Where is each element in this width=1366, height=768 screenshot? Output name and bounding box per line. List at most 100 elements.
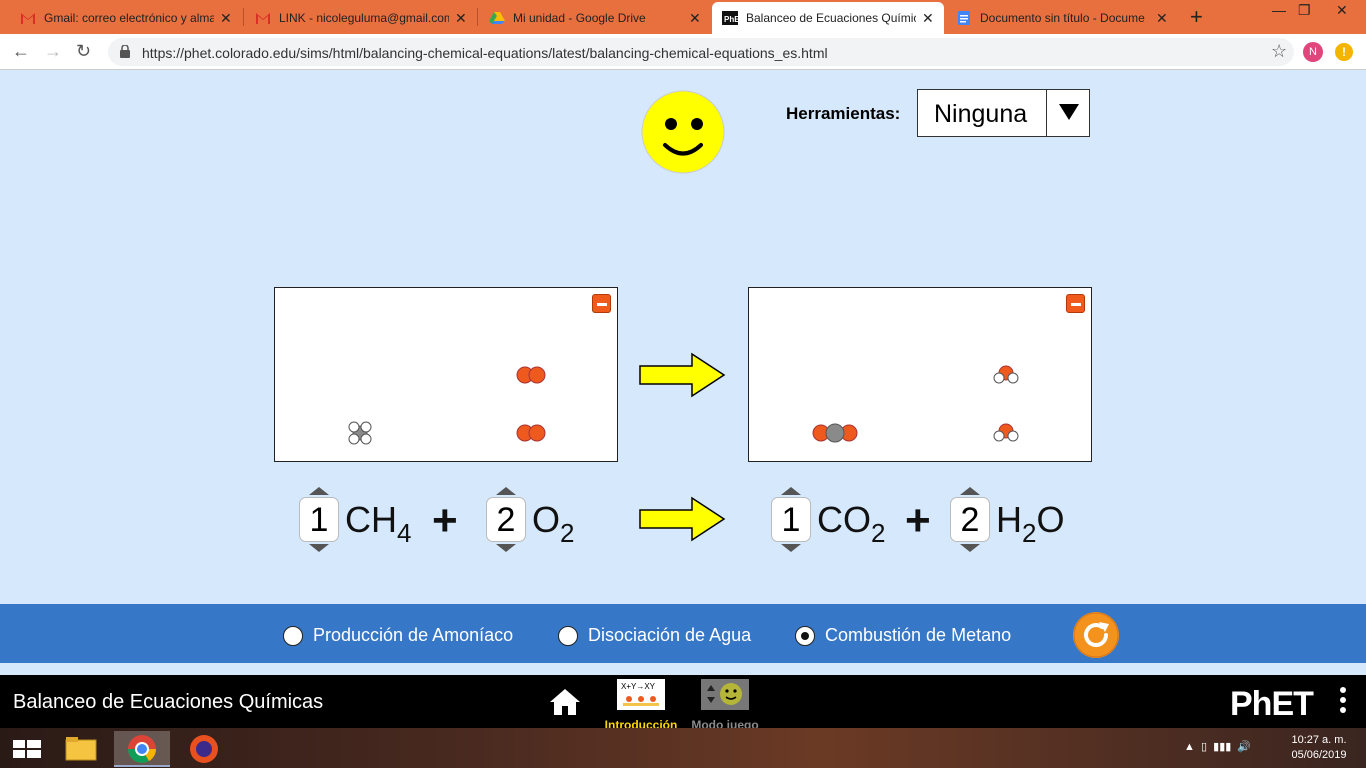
- tab-docs[interactable]: Documento sin título - Docume ✕: [946, 2, 1178, 34]
- system-tray[interactable]: ▲ ▯ ▮▮▮ 🔊: [1184, 740, 1251, 753]
- product-co2-term: 1 CO2: [771, 487, 901, 552]
- window-close-button[interactable]: ✕: [1336, 2, 1348, 19]
- plus-sign: +: [905, 496, 931, 545]
- h2o-molecule[interactable]: [990, 364, 1022, 386]
- radio-water[interactable]: Disociación de Agua: [558, 625, 751, 646]
- tab-drive[interactable]: Mi unidad - Google Drive ✕: [479, 2, 711, 34]
- close-icon[interactable]: ✕: [922, 10, 934, 27]
- radio-button[interactable]: [283, 625, 303, 646]
- reactants-box: [274, 287, 618, 462]
- tab-title: Balanceo de Ecuaciones Químic: [746, 11, 916, 25]
- co2-coefficient[interactable]: 1: [771, 497, 811, 542]
- reactant-o2-term: 2 O2: [486, 487, 586, 552]
- bookmark-star-icon[interactable]: ☆: [1271, 41, 1287, 62]
- collapse-reactants-button[interactable]: [592, 294, 611, 313]
- back-arrow-icon[interactable]: ←: [12, 41, 30, 62]
- address-bar: ← → ↻ https://phet.colorado.edu/sims/htm…: [0, 34, 1366, 70]
- radio-button[interactable]: [558, 625, 578, 646]
- windows-taskbar: ▲ ▯ ▮▮▮ 🔊 10:27 a. m. 05/06/2019: [0, 728, 1366, 768]
- clock-time: 10:27 a. m.: [1291, 734, 1347, 746]
- gmail-icon: [20, 11, 36, 25]
- phet-menu-icon[interactable]: [1338, 687, 1348, 719]
- radio-label: Disociación de Agua: [588, 625, 752, 645]
- minimize-button[interactable]: —: [1272, 2, 1286, 18]
- browser-tab-strip: Gmail: correo electrónico y alma ✕ LINK …: [0, 0, 1366, 34]
- restore-button[interactable]: ❐: [1298, 2, 1311, 19]
- radio-methane[interactable]: Combustión de Metano: [795, 625, 1011, 646]
- decrease-arrow-icon[interactable]: [960, 544, 980, 552]
- browser-menu-alert-icon[interactable]: !: [1335, 43, 1353, 61]
- home-icon[interactable]: [548, 687, 582, 717]
- ch4-molecule[interactable]: [347, 420, 373, 446]
- radio-button-selected[interactable]: [795, 625, 815, 646]
- forward-arrow-icon[interactable]: →: [44, 41, 62, 62]
- clock-date: 05/06/2019: [1291, 749, 1347, 761]
- tab-title: Mi unidad - Google Drive: [513, 11, 646, 25]
- increase-arrow-icon[interactable]: [496, 487, 516, 495]
- decrease-arrow-icon[interactable]: [496, 544, 516, 552]
- tab-title: LINK - nicoleguluma@gmail.com: [279, 11, 449, 25]
- firefox-icon[interactable]: [176, 731, 232, 767]
- game-screen-icon: [701, 679, 749, 710]
- url-omnibox[interactable]: https://phet.colorado.edu/sims/html/bala…: [108, 38, 1294, 66]
- close-icon[interactable]: ✕: [455, 10, 467, 27]
- svg-text:X+Y→XY: X+Y→XY: [621, 682, 656, 691]
- products-box: [748, 287, 1092, 462]
- h2o-coefficient[interactable]: 2: [950, 497, 990, 542]
- file-explorer-icon[interactable]: [54, 731, 110, 767]
- ch4-coefficient[interactable]: 1: [299, 497, 339, 542]
- o2-coefficient[interactable]: 2: [486, 497, 526, 542]
- phet-logo[interactable]: PhET: [1230, 685, 1314, 724]
- radio-label: Producción de Amoníaco: [313, 625, 514, 645]
- tab-title: Documento sin título - Docume: [980, 11, 1145, 25]
- decrease-arrow-icon[interactable]: [309, 544, 329, 552]
- refresh-icon: [1073, 612, 1119, 658]
- plus-sign: +: [432, 496, 458, 545]
- reset-button[interactable]: [1073, 612, 1119, 658]
- lock-icon: [120, 45, 130, 58]
- tools-dropdown[interactable]: Ninguna: [917, 89, 1090, 137]
- increase-arrow-icon[interactable]: [781, 487, 801, 495]
- tools-label: Herramientas:: [786, 104, 901, 123]
- h2o-molecule[interactable]: [990, 422, 1022, 444]
- reactant-ch4-term: 1 CH4: [299, 487, 429, 552]
- equation-arrow-icon: [639, 496, 726, 542]
- co2-molecule[interactable]: [812, 423, 858, 443]
- close-icon[interactable]: ✕: [1156, 10, 1168, 27]
- o2-formula: O2: [532, 499, 575, 548]
- o2-molecule[interactable]: [516, 366, 548, 384]
- tab-title: Gmail: correo electrónico y alma: [44, 11, 214, 25]
- ch4-formula: CH4: [345, 499, 412, 548]
- radio-ammonia[interactable]: Producción de Amoníaco: [283, 625, 513, 646]
- h2o-formula: H2O: [996, 499, 1065, 548]
- tab-phet[interactable]: PhET Balanceo de Ecuaciones Químic ✕: [712, 2, 944, 34]
- product-h2o-term: 2 H2O: [950, 487, 1080, 552]
- decrease-arrow-icon[interactable]: [781, 544, 801, 552]
- tab-gmail[interactable]: Gmail: correo electrónico y alma ✕: [10, 2, 242, 34]
- gmail-icon: [255, 11, 271, 25]
- windows-start-icon[interactable]: [0, 731, 56, 767]
- radio-label: Combustión de Metano: [825, 625, 1012, 645]
- tab-link[interactable]: LINK - nicoleguluma@gmail.com ✕: [245, 2, 477, 34]
- new-tab-button[interactable]: +: [1190, 4, 1203, 30]
- screen-game-button[interactable]: Modo juego: [685, 679, 765, 732]
- screen-intro-button[interactable]: X+Y→XY Introducción: [601, 679, 681, 732]
- sim-title: Balanceo de Ecuaciones Químicas: [13, 691, 324, 713]
- reload-icon[interactable]: ↻: [76, 41, 91, 62]
- phet-navbar: Balanceo de Ecuaciones Químicas X+Y→XY I…: [0, 675, 1366, 732]
- co2-formula: CO2: [817, 499, 886, 548]
- close-icon[interactable]: ✕: [220, 10, 232, 27]
- o2-molecule[interactable]: [516, 424, 548, 442]
- increase-arrow-icon[interactable]: [960, 487, 980, 495]
- smiley-face-icon: [641, 90, 725, 174]
- phet-icon: PhET: [722, 11, 745, 25]
- svg-text:PhET: PhET: [724, 15, 738, 24]
- collapse-products-button[interactable]: [1066, 294, 1085, 313]
- clock[interactable]: 10:27 a. m. 05/06/2019: [1278, 733, 1360, 763]
- dropdown-arrow-icon[interactable]: [1046, 90, 1089, 136]
- increase-arrow-icon[interactable]: [309, 487, 329, 495]
- reaction-arrow-icon: [639, 352, 726, 398]
- close-icon[interactable]: ✕: [689, 10, 701, 27]
- chrome-icon[interactable]: [114, 731, 170, 767]
- profile-avatar[interactable]: N: [1303, 42, 1323, 62]
